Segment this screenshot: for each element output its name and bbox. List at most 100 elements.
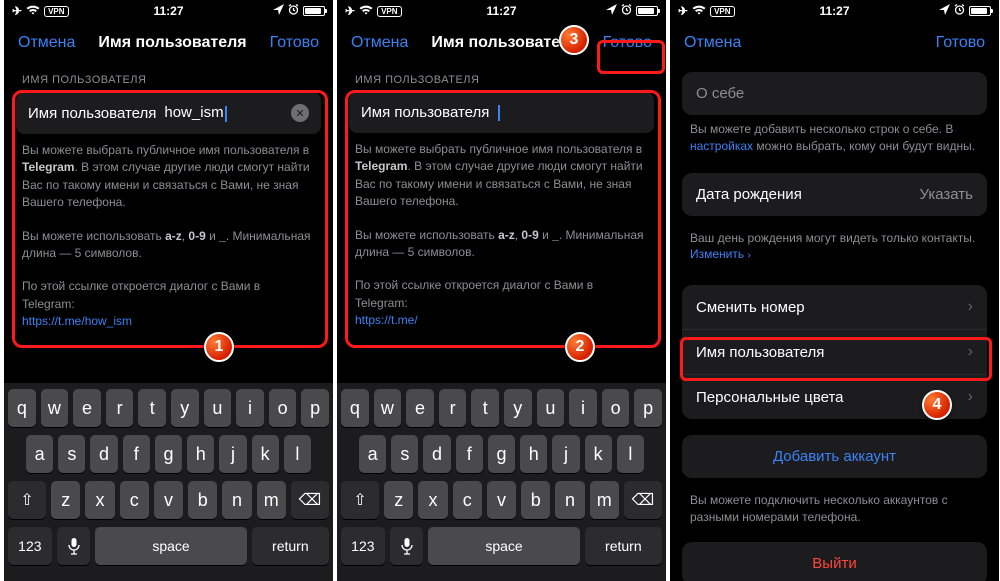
dob-change-link[interactable]: Изменить [690, 247, 744, 261]
key-v[interactable]: v [487, 481, 516, 519]
key-j[interactable]: j [552, 435, 579, 473]
section-label: ИМЯ ПОЛЬЗОВАТЕЛЯ [337, 64, 666, 92]
key-t[interactable]: t [138, 389, 166, 427]
username-field[interactable]: Имя пользователя [349, 92, 654, 133]
numbers-key[interactable]: 123 [8, 527, 52, 565]
key-r[interactable]: r [106, 389, 134, 427]
return-key[interactable]: return [252, 527, 329, 565]
help-text-2: Вы можете использовать a-z, 0-9 и _. Мин… [4, 220, 333, 271]
username-field[interactable]: Имя пользователя how_ism ✕ [16, 92, 321, 134]
clear-icon[interactable]: ✕ [291, 104, 309, 122]
done-button[interactable]: Готово [936, 34, 985, 52]
profile-link[interactable]: https://t.me/how_ism [22, 314, 132, 328]
key-e[interactable]: e [73, 389, 101, 427]
key-q[interactable]: q [341, 389, 369, 427]
key-r[interactable]: r [439, 389, 467, 427]
key-p[interactable]: p [301, 389, 329, 427]
settings-link[interactable]: настройках [690, 139, 753, 153]
key-f[interactable]: f [123, 435, 150, 473]
location-icon [939, 4, 950, 18]
done-button[interactable]: Готово [603, 34, 652, 52]
cancel-button[interactable]: Отмена [18, 34, 75, 52]
backspace-key[interactable]: ⌫ [291, 481, 329, 519]
key-m[interactable]: m [257, 481, 286, 519]
key-b[interactable]: b [188, 481, 217, 519]
backspace-key[interactable]: ⌫ [624, 481, 662, 519]
done-button[interactable]: Готово [270, 34, 319, 52]
location-icon [273, 4, 284, 18]
key-g[interactable]: g [488, 435, 515, 473]
space-key[interactable]: space [95, 527, 246, 565]
alarm-icon [954, 4, 965, 18]
logout-button[interactable]: Выйти [682, 542, 987, 581]
about-field[interactable]: О себе [682, 72, 987, 115]
key-d[interactable]: d [90, 435, 117, 473]
key-n[interactable]: n [222, 481, 251, 519]
key-b[interactable]: b [521, 481, 550, 519]
key-k[interactable]: k [585, 435, 612, 473]
key-e[interactable]: e [406, 389, 434, 427]
key-c[interactable]: c [120, 481, 149, 519]
clock-label: 11:27 [819, 4, 849, 18]
key-s[interactable]: s [58, 435, 85, 473]
numbers-key[interactable]: 123 [341, 527, 385, 565]
key-f[interactable]: f [456, 435, 483, 473]
key-y[interactable]: y [171, 389, 199, 427]
key-z[interactable]: z [51, 481, 80, 519]
key-c[interactable]: c [453, 481, 482, 519]
key-x[interactable]: x [85, 481, 114, 519]
battery-icon [636, 6, 658, 16]
key-l[interactable]: l [617, 435, 644, 473]
key-m[interactable]: m [590, 481, 619, 519]
step-badge-3: 3 [559, 25, 589, 55]
nav-bar: Отмена Имя пользователя Готово [4, 22, 333, 64]
key-u[interactable]: u [537, 389, 565, 427]
shift-key[interactable]: ⇧ [341, 481, 379, 519]
key-j[interactable]: j [219, 435, 246, 473]
key-g[interactable]: g [155, 435, 182, 473]
change-number-item[interactable]: Сменить номер › [682, 285, 987, 329]
key-i[interactable]: i [569, 389, 597, 427]
screen-1: ✈ VPN 11:27 Отмена Имя пользователя Гото… [0, 0, 333, 581]
add-account-button[interactable]: Добавить аккаунт [682, 435, 987, 478]
cancel-button[interactable]: Отмена [684, 34, 741, 52]
key-i[interactable]: i [236, 389, 264, 427]
cancel-button[interactable]: Отмена [351, 34, 408, 52]
key-a[interactable]: a [359, 435, 386, 473]
key-s[interactable]: s [391, 435, 418, 473]
key-p[interactable]: p [634, 389, 662, 427]
key-z[interactable]: z [384, 481, 413, 519]
key-h[interactable]: h [520, 435, 547, 473]
key-w[interactable]: w [41, 389, 69, 427]
key-y[interactable]: y [504, 389, 532, 427]
field-label: Имя пользователя [28, 105, 156, 122]
dob-item[interactable]: Дата рождения Указать [682, 173, 987, 216]
key-v[interactable]: v [154, 481, 183, 519]
key-t[interactable]: t [471, 389, 499, 427]
key-u[interactable]: u [204, 389, 232, 427]
keyboard[interactable]: qwertyuiop asdfghjkl ⇧ zxcvbnm ⌫ 123 spa… [337, 383, 666, 581]
return-key[interactable]: return [585, 527, 662, 565]
profile-link[interactable]: https://t.me/ [355, 313, 418, 327]
key-l[interactable]: l [284, 435, 311, 473]
add-account-note: Вы можете подключить несколько аккаунтов… [670, 486, 999, 526]
key-a[interactable]: a [26, 435, 53, 473]
space-key[interactable]: space [428, 527, 579, 565]
key-o[interactable]: o [269, 389, 297, 427]
key-q[interactable]: q [8, 389, 36, 427]
keyboard[interactable]: q w e r t y u i o p a s d f g h j k l ⇧ … [4, 383, 333, 581]
key-k[interactable]: k [252, 435, 279, 473]
key-d[interactable]: d [423, 435, 450, 473]
key-o[interactable]: o [602, 389, 630, 427]
key-n[interactable]: n [555, 481, 584, 519]
mic-key[interactable] [57, 527, 91, 565]
location-icon [606, 4, 617, 18]
key-x[interactable]: x [418, 481, 447, 519]
field-value[interactable]: how_ism [164, 104, 291, 121]
key-w[interactable]: w [374, 389, 402, 427]
username-item[interactable]: Имя пользователя › [682, 329, 987, 374]
field-value[interactable] [497, 104, 642, 121]
shift-key[interactable]: ⇧ [8, 481, 46, 519]
key-h[interactable]: h [187, 435, 214, 473]
mic-key[interactable] [390, 527, 424, 565]
